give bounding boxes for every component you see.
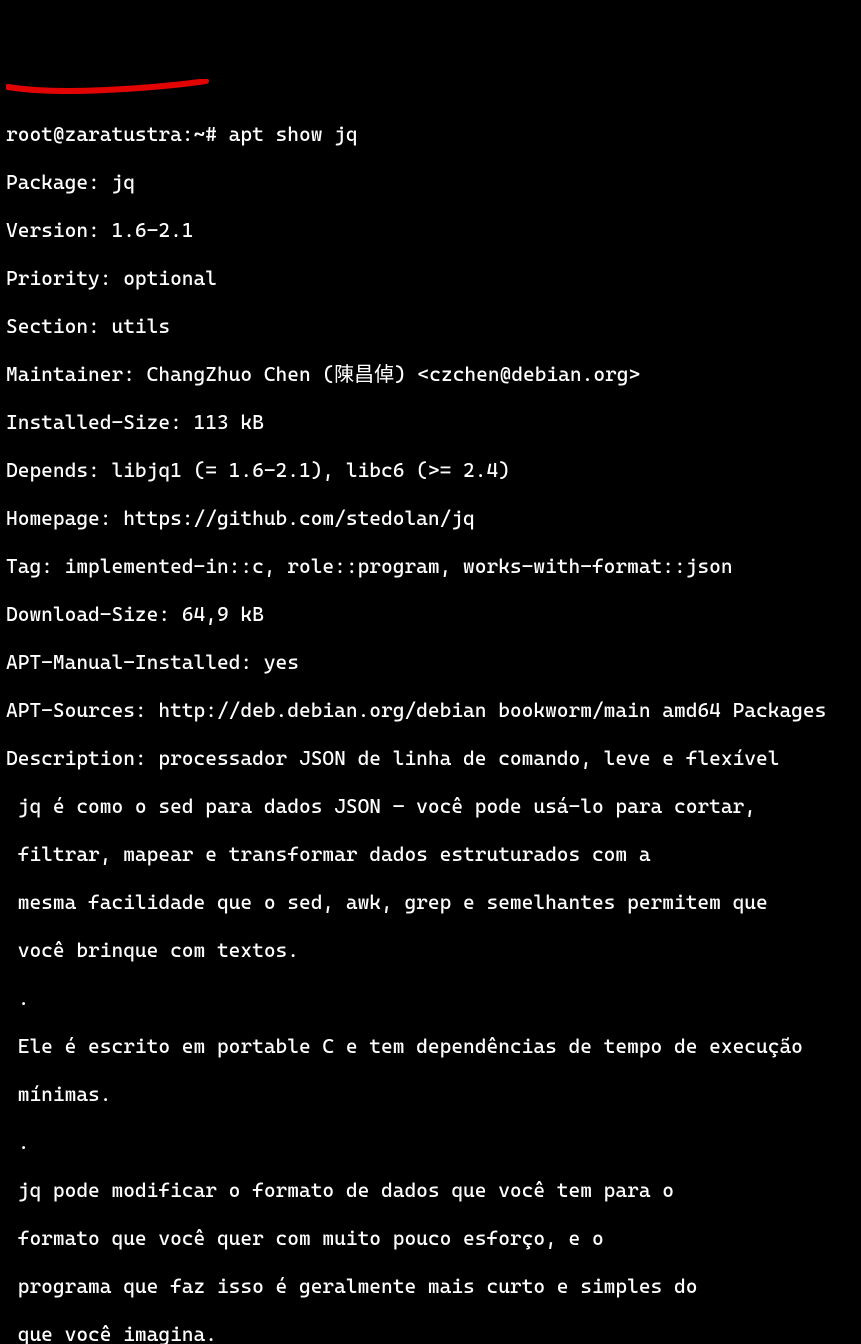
output-apt-sources: APT-Sources: http://deb.debian.org/debia…	[6, 698, 855, 722]
output-section: Section: utils	[6, 314, 855, 338]
underline-annotation-icon	[6, 30, 210, 48]
output-installed-size: Installed-Size: 113 kB	[6, 410, 855, 434]
output-apt-manual: APT-Manual-Installed: yes	[6, 650, 855, 674]
prompt-line: root@zaratustra:~# apt show jq	[6, 122, 855, 146]
output-version: Version: 1.6-2.1	[6, 218, 855, 242]
prompt-path: :~#	[182, 122, 217, 146]
output-priority: Priority: optional	[6, 266, 855, 290]
output-description: Description: processador JSON de linha d…	[6, 746, 855, 770]
output-desc-line: formato que você quer com muito pouco es…	[6, 1226, 855, 1250]
terminal-output[interactable]: root@zaratustra:~# apt show jq Package: …	[6, 98, 855, 1344]
output-desc-line: mesma facilidade que o sed, awk, grep e …	[6, 890, 855, 914]
output-desc-line: filtrar, mapear e transformar dados estr…	[6, 842, 855, 866]
output-depends: Depends: libjq1 (= 1.6-2.1), libc6 (>= 2…	[6, 458, 855, 482]
output-tag: Tag: implemented-in::c, role::program, w…	[6, 554, 855, 578]
output-package: Package: jq	[6, 170, 855, 194]
output-desc-line: você brinque com textos.	[6, 938, 855, 962]
output-desc-line: jq é como o sed para dados JSON – você p…	[6, 794, 855, 818]
command-text: apt show jq	[217, 122, 358, 146]
prompt-userhost: root@zaratustra	[6, 122, 182, 146]
output-desc-line: programa que faz isso é geralmente mais …	[6, 1274, 855, 1298]
output-desc-line: Ele é escrito em portable C e tem depend…	[6, 1034, 855, 1058]
output-maintainer: Maintainer: ChangZhuo Chen (陳昌倬) <czchen…	[6, 362, 855, 386]
output-homepage: Homepage: https://github.com/stedolan/jq	[6, 506, 855, 530]
output-desc-line: .	[6, 1130, 855, 1154]
output-desc-line: que você imagina.	[6, 1322, 855, 1344]
output-desc-line: jq pode modificar o formato de dados que…	[6, 1178, 855, 1202]
output-desc-line: .	[6, 986, 855, 1010]
output-desc-line: mínimas.	[6, 1082, 855, 1106]
output-download-size: Download-Size: 64,9 kB	[6, 602, 855, 626]
